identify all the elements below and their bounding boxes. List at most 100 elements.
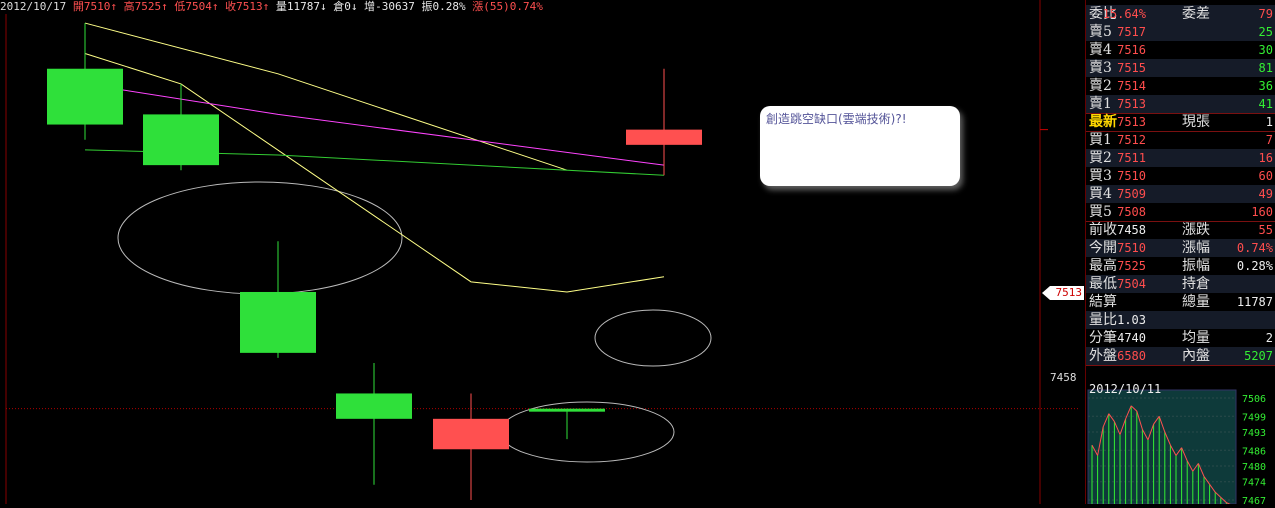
stat-value: 7504: [1117, 277, 1146, 291]
ohlc-header: 2012/10/17 開7510↑ 高7525↑ 低7504↑ 收7513↑ 量…: [0, 0, 543, 14]
stat-value: 7458: [1117, 223, 1146, 237]
ask-volume: 30: [1258, 43, 1273, 57]
bid-price: 7510: [1117, 169, 1146, 183]
bid-price: 7512: [1117, 133, 1146, 147]
bid-row: 買2 7511 16: [1086, 149, 1275, 167]
stat-row: 今開 7510 漲幅 0.74%: [1086, 239, 1275, 257]
stat-value-2: 55: [1258, 223, 1273, 237]
stat-label-2: 均量: [1182, 330, 1210, 346]
callout-text: 創造跳空缺口(雲端技術)?!: [766, 112, 907, 126]
stat-value-2: 0.74%: [1236, 241, 1273, 255]
stat-value-2: 2: [1265, 331, 1273, 345]
ratio-value: 15.64%: [1102, 7, 1146, 21]
stat-label: 前收: [1089, 222, 1117, 238]
header-item: 增-30637: [364, 0, 415, 13]
mini-tick-label: 7467: [1242, 496, 1266, 504]
stat-row: 外盤 6580 內盤 5207: [1086, 347, 1275, 365]
bid-label: 買5: [1089, 204, 1112, 220]
stat-value: 7510: [1117, 241, 1146, 255]
stat-row: 分筆 4740 均量 2: [1086, 329, 1275, 347]
mini-intraday-chart[interactable]: 2012/10/11 7506 7499 7493 7486 7480 7474 7467: [1086, 382, 1275, 507]
last-row: 最新 7513 現張 1: [1086, 113, 1275, 131]
last-price-tag: 7513: [1042, 286, 1084, 300]
stat-label-2: 振幅: [1182, 258, 1210, 274]
stat-label: 最低: [1089, 276, 1117, 292]
stat-label-2: 漲跌: [1182, 222, 1210, 238]
ask-price: 7516: [1117, 43, 1146, 57]
bid-row: 買3 7510 60: [1086, 167, 1275, 185]
bid-price: 7509: [1117, 187, 1146, 201]
annotation-ellipse: [117, 181, 403, 295]
current-lots-value: 1: [1265, 115, 1273, 129]
mini-tick-label: 7499: [1242, 412, 1266, 423]
ask-label: 賣5: [1089, 24, 1112, 40]
ask-row: 賣4 7516 30: [1086, 41, 1275, 59]
diff-label: 委差: [1182, 6, 1210, 22]
ask-volume: 25: [1258, 25, 1273, 39]
stat-label-2: 漲幅: [1182, 240, 1210, 256]
ask-label: 賣3: [1089, 60, 1112, 76]
header-item: 低7504↑: [174, 0, 219, 13]
stat-label: 結算: [1089, 294, 1117, 310]
last-label: 最新: [1089, 114, 1117, 130]
stat-row: 最低 7504 持倉: [1086, 275, 1275, 293]
header-item: 振0.28%: [421, 0, 466, 13]
ratio-row: 委比 15.64% 委差 79: [1086, 5, 1275, 23]
stat-value: 4740: [1117, 331, 1146, 345]
ask-price: 7515: [1117, 61, 1146, 75]
candle-body: [433, 418, 509, 450]
diff-value: 79: [1258, 7, 1273, 21]
bid-label: 買2: [1089, 150, 1112, 166]
candle-body: [626, 129, 702, 145]
bid-label: 買3: [1089, 168, 1112, 184]
candle-body: [529, 408, 605, 412]
bid-row: 買1 7512 7: [1086, 131, 1275, 149]
ask-row: 賣3 7515 81: [1086, 59, 1275, 77]
stat-row: 量比 1.03: [1086, 311, 1275, 329]
bid-volume: 16: [1258, 151, 1273, 165]
annotation-ellipse: [594, 309, 712, 367]
bid-label: 買1: [1089, 132, 1112, 148]
header-item: 開7510↑: [72, 0, 117, 13]
ask-price: 7514: [1117, 79, 1146, 93]
ask-label: 賣4: [1089, 42, 1112, 58]
candle-body: [143, 114, 219, 166]
stat-label-2: 內盤: [1182, 348, 1210, 364]
stat-label-2: 總量: [1182, 294, 1210, 310]
quote-panel: 委比 15.64% 委差 79 賣5 7517 25 賣4 7516 30 賣3 7515 81 賣2 75…: [1085, 0, 1275, 507]
last-price: 7513: [1117, 115, 1146, 129]
stat-value: 6580: [1117, 349, 1146, 363]
header-item: 漲(55)0.74%: [472, 0, 543, 13]
mini-tick-label: 7480: [1242, 462, 1266, 473]
mini-tick-label: 7506: [1242, 394, 1266, 405]
header-item: 倉0↓: [333, 0, 358, 13]
panel-divider: [1086, 365, 1275, 366]
bid-price: 7508: [1117, 205, 1146, 219]
bid-volume: 7: [1265, 133, 1273, 147]
mini-chart-date: 2012/10/11: [1089, 382, 1162, 396]
mini-tick-label: 7493: [1242, 428, 1266, 439]
header-item: 收7513↑: [225, 0, 270, 13]
stat-value-2: 11787: [1236, 295, 1273, 309]
ask-volume: 41: [1258, 97, 1273, 111]
mini-plot-bg: [1087, 389, 1237, 505]
stat-value-2: 0.28%: [1236, 259, 1273, 273]
candle-body: [47, 68, 123, 125]
annotation-callout[interactable]: 創造跳空缺口(雲端技術)?!: [760, 106, 960, 186]
ask-price: 7513: [1117, 97, 1146, 111]
prev-close-tag: 7458: [1050, 371, 1077, 384]
mini-chart-plot: 7506 7499 7493 7486 7480 7474 7467: [1087, 389, 1266, 507]
stat-row: 前收 7458 漲跌 55: [1086, 221, 1275, 239]
stat-value-2: 5207: [1244, 349, 1273, 363]
bid-volume: 49: [1258, 187, 1273, 201]
stat-row: 結算 總量 11787: [1086, 293, 1275, 311]
stat-label: 量比: [1089, 312, 1117, 328]
ask-row: 賣2 7514 36: [1086, 77, 1275, 95]
header-date: 2012/10/17: [0, 0, 67, 13]
ask-volume: 81: [1258, 61, 1273, 75]
stat-label: 外盤: [1089, 348, 1117, 364]
kline-chart[interactable]: 2012/10/17 開7510↑ 高7525↑ 低7504↑ 收7513↑ 量…: [0, 0, 1085, 504]
bid-row: 買4 7509 49: [1086, 185, 1275, 203]
ask-label: 賣1: [1089, 96, 1112, 112]
bid-volume: 160: [1251, 205, 1273, 219]
